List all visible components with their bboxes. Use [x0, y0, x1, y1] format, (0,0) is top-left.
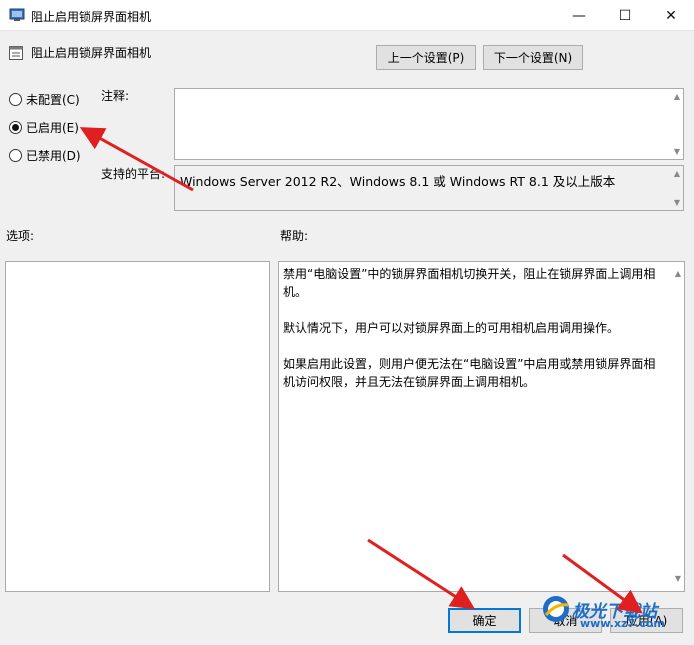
- supported-on-field: Windows Server 2012 R2、Windows 8.1 或 Win…: [174, 165, 684, 211]
- scroll-up-icon[interactable]: ▲: [674, 92, 680, 101]
- previous-setting-button[interactable]: 上一个设置(P): [376, 45, 476, 70]
- radio-label: 未配置(C): [26, 93, 80, 107]
- watermark-url: www.xz7.com: [580, 617, 665, 630]
- help-label: 帮助:: [280, 229, 309, 243]
- supported-on-label: 支持的平台:: [101, 167, 166, 181]
- help-paragraph: 默认情况下，用户可以对锁屏界面上的可用相机启用调用操作。: [283, 321, 620, 335]
- supported-on-value: Windows Server 2012 R2、Windows 8.1 或 Win…: [180, 174, 616, 189]
- radio-indicator[interactable]: [9, 93, 22, 106]
- watermark: 极光下载站 www.xz7.com: [540, 593, 665, 630]
- radio-disabled[interactable]: 已禁用(D): [9, 147, 81, 164]
- scroll-up-icon[interactable]: ▲: [674, 169, 680, 178]
- help-paragraph: 禁用“电脑设置”中的锁屏界面相机切换开关，阻止在锁屏界面上调用相机。: [283, 267, 656, 299]
- radio-not-configured[interactable]: 未配置(C): [9, 91, 80, 108]
- comment-field[interactable]: ▲ ▼: [174, 88, 684, 160]
- comment-label: 注释:: [101, 89, 130, 103]
- scroll-down-icon[interactable]: ▼: [674, 198, 680, 207]
- radio-label: 已禁用(D): [26, 149, 81, 163]
- radio-indicator[interactable]: [9, 149, 22, 162]
- watermark-logo-icon: [543, 596, 569, 622]
- help-panel: 禁用“电脑设置”中的锁屏界面相机切换开关，阻止在锁屏界面上调用相机。 默认情况下…: [278, 261, 685, 592]
- window-title: 阻止启用锁屏界面相机: [31, 10, 152, 24]
- options-label: 选项:: [6, 229, 35, 243]
- radio-label: 已启用(E): [26, 121, 79, 135]
- minimize-button[interactable]: —: [556, 0, 602, 31]
- title-bar: 阻止启用锁屏界面相机 — ☐ ✕: [0, 0, 694, 31]
- help-paragraph: 如果启用此设置，则用户便无法在“电脑设置”中启用或禁用锁屏界面相机访问权限，并且…: [283, 357, 656, 389]
- next-setting-button[interactable]: 下一个设置(N): [483, 45, 583, 70]
- radio-indicator-selected[interactable]: [9, 121, 22, 134]
- maximize-button[interactable]: ☐: [602, 0, 648, 31]
- scroll-down-icon[interactable]: ▼: [675, 570, 681, 588]
- close-button[interactable]: ✕: [648, 0, 694, 31]
- ok-button[interactable]: 确定: [448, 608, 521, 633]
- policy-setting-icon: [9, 46, 23, 60]
- radio-enabled[interactable]: 已启用(E): [9, 119, 79, 136]
- policy-name: 阻止启用锁屏界面相机: [31, 46, 152, 60]
- policy-editor-app-icon: [9, 8, 25, 21]
- scroll-down-icon[interactable]: ▼: [674, 147, 680, 156]
- scroll-up-icon[interactable]: ▲: [675, 265, 681, 283]
- options-panel: [5, 261, 270, 592]
